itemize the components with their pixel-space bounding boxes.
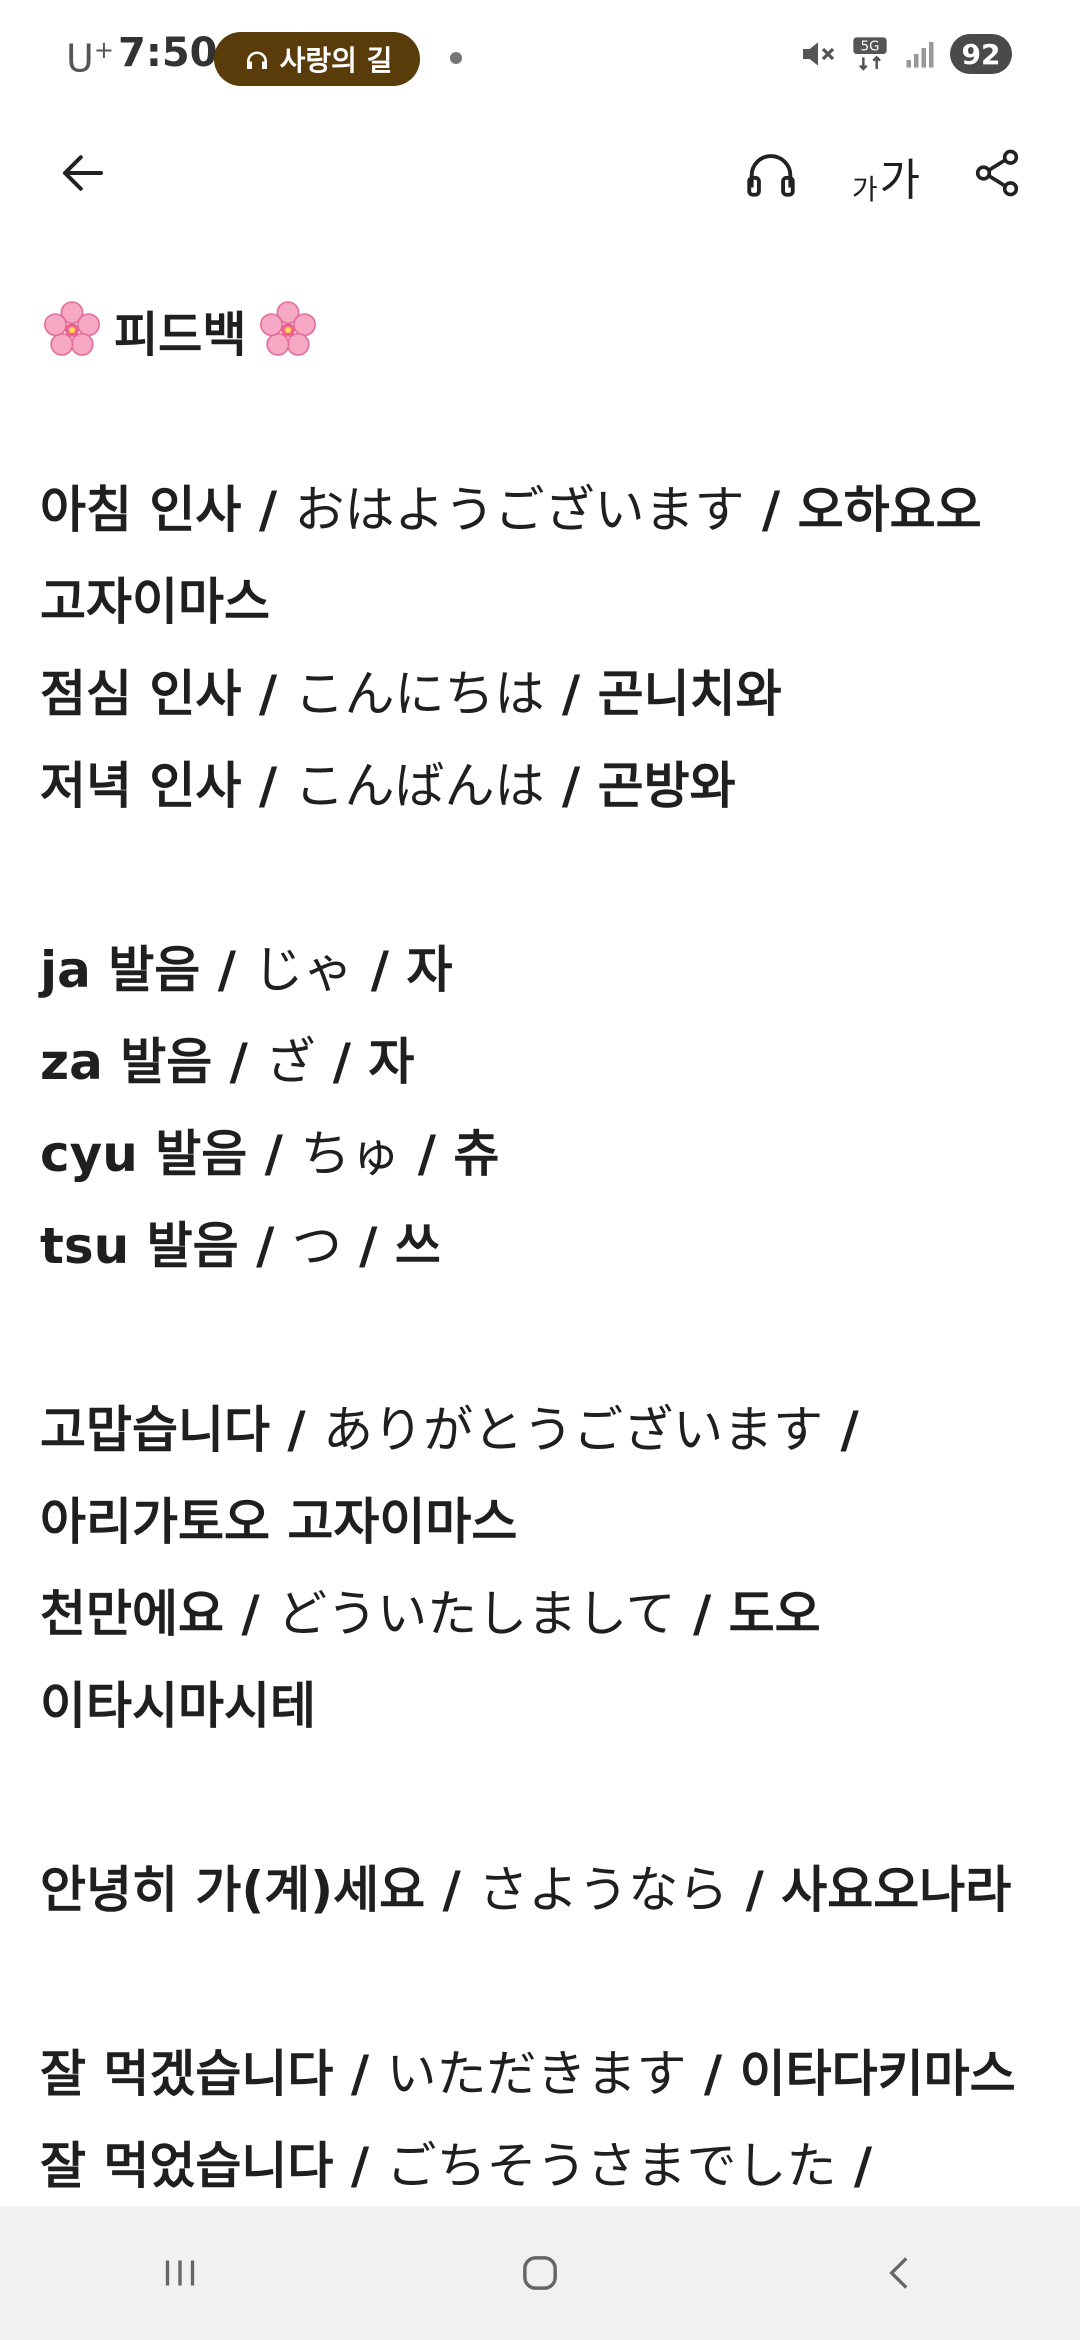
phrase-japanese: こんばんは [294, 757, 545, 815]
phrase-japanese: ごちそうさまでした [386, 2137, 837, 2195]
home-icon [523, 2256, 557, 2290]
svg-text:5G: 5G [861, 40, 880, 55]
phrase-japanese: ざ [265, 1033, 316, 1091]
phrase-line: 아침 인사 / おはようございます / 오하요오 [40, 481, 982, 539]
navigation-bar [0, 2206, 1080, 2340]
share-icon [975, 149, 1019, 197]
phrase-group: 안녕히 가(계)세요 / さようなら / 사요오나라 [40, 1844, 1040, 1936]
phrase-list: 아침 인사 / おはようございます / 오하요오고자이마스점심 인사 / こんに… [40, 464, 1040, 2212]
phrase-japanese: いただきます [386, 2045, 687, 2103]
status-bar: U+ 7:50 사랑의 길 5G 92 [0, 0, 1080, 118]
phrase-pronunciation: 이타다키마스 [739, 2045, 1016, 2103]
home-button[interactable] [480, 2223, 600, 2323]
phrase-group: 아침 인사 / おはようございます / 오하요오고자이마스점심 인사 / こんに… [40, 464, 1040, 832]
phrase-group: 고맙습니다 / ありがとうございます / 아리가토오 고자이마스천만에요 / ど… [40, 1384, 1040, 1752]
phrase-japanese: どういたしまして [277, 1585, 676, 1643]
phrase-korean: ja 발음 [40, 941, 201, 999]
phrase-line: 이타시마시테 [40, 1660, 1040, 1752]
phrase-japanese: ありがとうございます [323, 1401, 824, 1459]
phrase-pronunciation: 츄 [453, 1125, 500, 1183]
phrase-line: za 발음 / ざ / 자 [40, 1033, 415, 1091]
phrase-korean: za 발음 [40, 1033, 213, 1091]
phrase-korean: 아침 인사 [40, 481, 242, 539]
phrase-line: 저녁 인사 / こんばんは / 곤방와 [40, 757, 736, 815]
phrase-line: 고자이마스 [40, 556, 1040, 648]
phrase-pronunciation: 자 [406, 941, 453, 999]
phrase-line: 천만에요 / どういたしまして / 도오 [40, 1585, 821, 1643]
phrase-japanese: さようなら [478, 1861, 729, 1919]
phrase-korean: 천만에요 [40, 1585, 224, 1643]
recent-apps-button[interactable] [120, 2223, 240, 2323]
post-title-text: 피드백 [114, 307, 247, 363]
font-size-button[interactable]: 가가 [846, 138, 926, 208]
phrase-pronunciation: 곤방와 [597, 757, 736, 815]
phrase-japanese: じゃ [253, 941, 354, 999]
signal-icon [906, 42, 934, 68]
phrase-korean: tsu 발음 [40, 1217, 239, 1275]
clock: 7:50 [118, 30, 218, 76]
phrase-korean: cyu 발음 [40, 1125, 248, 1183]
battery-indicator: 92 [950, 34, 1012, 74]
notification-dot [450, 52, 462, 64]
phrase-korean: 점심 인사 [40, 665, 242, 723]
post-content: 피드백 아침 인사 / おはようございます / 오하요오고자이마스점심 인사 /… [40, 280, 1040, 2212]
phrase-group: 잘 먹겠습니다 / いただきます / 이타다키마스잘 먹었습니다 / ごちそうさ… [40, 2028, 1040, 2212]
phrase-line: 고맙습니다 / ありがとうございます / [40, 1401, 859, 1459]
phrase-pronunciation: 쓰 [394, 1217, 441, 1275]
phrase-japanese: ちゅ [300, 1125, 401, 1183]
phrase-line: ja 발음 / じゃ / 자 [40, 941, 453, 999]
carrier-label: U+ [66, 36, 114, 81]
phrase-japanese: おはようございます [294, 481, 745, 539]
phrase-pronunciation: 자 [368, 1033, 415, 1091]
now-playing-title: 사랑의 길 [279, 44, 393, 77]
back-button[interactable] [48, 138, 118, 208]
phrase-line: 아리가토오 고자이마스 [40, 1476, 1040, 1568]
arrow-left-icon [62, 155, 104, 191]
phrase-japanese: こんにちは [294, 665, 545, 723]
mute-icon [803, 42, 835, 66]
font-size-big-label: 가 [879, 155, 921, 206]
headphones-icon [747, 154, 795, 197]
app-bar: 가가 [0, 118, 1080, 228]
network-5g-icon: 5G [853, 37, 887, 71]
font-size-small-label: 가 [851, 173, 878, 206]
music-note-icon [246, 51, 267, 69]
phrase-line: 점심 인사 / こんにちは / 곤니치와 [40, 665, 782, 723]
phrase-japanese: つ [291, 1217, 342, 1275]
recent-apps-icon [165, 2260, 195, 2286]
cherry-blossom-icon [260, 301, 317, 356]
phrase-continuation: 이타시마시테 [40, 1677, 316, 1735]
system-back-button[interactable] [840, 2223, 960, 2323]
phrase-pronunciation: 사요오나라 [781, 1861, 1012, 1919]
post-title: 피드백 [40, 280, 1040, 380]
phrase-line: 안녕히 가(계)세요 / さようなら / 사요오나라 [40, 1861, 1012, 1919]
phrase-line: cyu 발음 / ちゅ / 츄 [40, 1125, 500, 1183]
phrase-pronunciation: 도오 [728, 1585, 821, 1643]
now-playing-pill[interactable]: 사랑의 길 [214, 32, 420, 86]
phrase-korean: 저녁 인사 [40, 757, 242, 815]
phrase-korean: 안녕히 가(계)세요 [40, 1861, 426, 1919]
phrase-line: 잘 먹겠습니다 / いただきます / 이타다키마스 [40, 2045, 1016, 2103]
phrase-pronunciation: 곤니치와 [597, 665, 782, 723]
listen-button[interactable] [736, 138, 806, 208]
cherry-blossom-icon [44, 301, 101, 356]
phrase-pronunciation: 오하요오 [797, 481, 982, 539]
chevron-left-icon [889, 2257, 908, 2289]
share-button[interactable] [962, 138, 1032, 208]
phrase-continuation: 아리가토오 고자이마스 [40, 1493, 518, 1551]
phrase-line: tsu 발음 / つ / 쓰 [40, 1217, 441, 1275]
phrase-korean: 잘 먹었습니다 [40, 2137, 334, 2195]
phrase-line: 잘 먹었습니다 / ごちそうさまでした / [40, 2137, 873, 2195]
phrase-korean: 잘 먹겠습니다 [40, 2045, 334, 2103]
phrase-group: ja 발음 / じゃ / 자 za 발음 / ざ / 자 cyu 발음 / ちゅ /… [40, 924, 1040, 1292]
phrase-korean: 고맙습니다 [40, 1401, 270, 1459]
phrase-continuation: 고자이마스 [40, 573, 270, 631]
